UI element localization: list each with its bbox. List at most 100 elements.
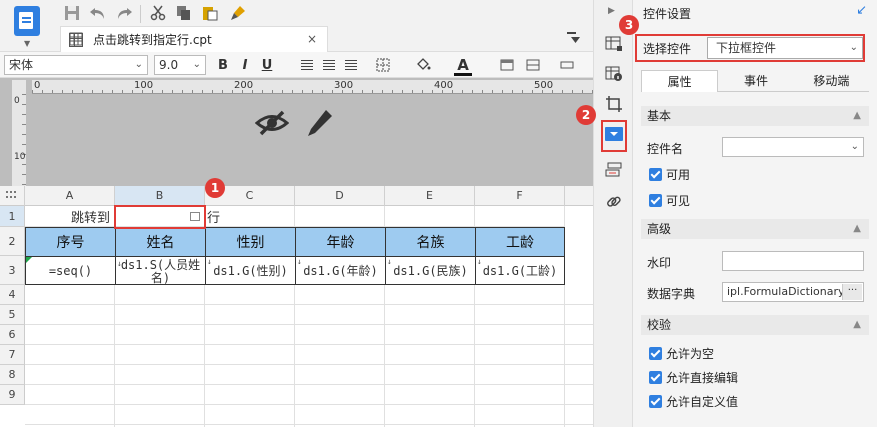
- fill-color-icon[interactable]: [414, 56, 432, 74]
- allow-custom-checkbox[interactable]: 允许自定义值: [649, 394, 738, 409]
- horizontal-ruler: 0 100 200 300 400 500: [32, 80, 593, 94]
- save-icon[interactable]: [62, 3, 82, 23]
- row-header-6[interactable]: 6: [0, 325, 25, 345]
- align-left-icon[interactable]: [298, 56, 316, 74]
- cell-b2-header[interactable]: 姓名: [115, 227, 206, 257]
- highlight-box-widget-icon: [601, 120, 627, 152]
- border-icon[interactable]: [374, 56, 392, 74]
- column-header-f[interactable]: F: [475, 186, 565, 206]
- cell-b3[interactable]: ↓ ds1.S(人员姓名): [115, 256, 206, 285]
- main-toolbar: ▼ 点击跳转到指定行.cpt ×: [0, 0, 593, 52]
- row-header-8[interactable]: 8: [0, 365, 25, 385]
- cell-a1[interactable]: 跳转到: [25, 206, 115, 227]
- paste-icon[interactable]: [200, 3, 220, 23]
- row-header-5[interactable]: 5: [0, 305, 25, 325]
- row-header-2[interactable]: 2: [0, 227, 25, 256]
- cell-d3[interactable]: ↓ ds1.G(年龄): [295, 256, 386, 285]
- tab-menu-icon[interactable]: [567, 32, 581, 47]
- column-header-b[interactable]: B: [115, 186, 205, 206]
- cell-f3[interactable]: ↓ ds1.G(工龄): [475, 256, 565, 285]
- hyperlink-icon[interactable]: [604, 192, 624, 212]
- chevron-up-icon: ▲: [853, 110, 861, 121]
- cell-c3-value: ds1.G(性别): [213, 264, 288, 278]
- cell-d2-header[interactable]: 年龄: [295, 227, 386, 257]
- tab-mobile[interactable]: 移动端: [793, 70, 869, 92]
- cell-c2-header[interactable]: 性别: [205, 227, 296, 257]
- condition-attribute-icon[interactable]: [604, 160, 624, 180]
- close-icon[interactable]: ×: [307, 32, 317, 46]
- allow-direct-edit-checkbox[interactable]: 允许直接编辑: [649, 370, 738, 385]
- more-format-icon[interactable]: [558, 56, 576, 74]
- select-all-corner[interactable]: [0, 186, 25, 206]
- column-header-d[interactable]: D: [295, 186, 385, 206]
- checkbox-checked-icon: [649, 370, 662, 384]
- designer-logo-icon[interactable]: [14, 6, 40, 36]
- row-header-1[interactable]: 1: [0, 206, 25, 227]
- edit-pencil-icon[interactable]: [306, 108, 334, 141]
- callout-2-badge: 2: [576, 105, 596, 125]
- toolbar-divider: [140, 5, 141, 23]
- row-header-4[interactable]: 4: [0, 285, 25, 305]
- row-header-9[interactable]: 9: [0, 385, 25, 405]
- tab-properties[interactable]: 属性: [641, 70, 719, 92]
- cell-d1[interactable]: [295, 206, 385, 227]
- eye-hidden-icon[interactable]: [254, 110, 290, 139]
- row-header-7[interactable]: 7: [0, 345, 25, 365]
- section-advanced[interactable]: 高级 ▲: [641, 219, 869, 239]
- cell-e1[interactable]: [385, 206, 475, 227]
- column-header-a[interactable]: A: [25, 186, 115, 206]
- cell-a3-value: =seq(): [48, 263, 93, 278]
- section-basic[interactable]: 基本 ▲: [641, 106, 869, 126]
- callout-3-badge: 3: [619, 15, 639, 35]
- empty-cells[interactable]: [25, 285, 593, 427]
- merge-cells-icon[interactable]: [498, 56, 516, 74]
- format-painter-icon[interactable]: [228, 3, 248, 23]
- font-size-select[interactable]: 9.0 ⌄: [154, 55, 206, 75]
- cell-e3[interactable]: ↓ ds1.G(民族): [385, 256, 476, 285]
- cell-c3[interactable]: ↓ ds1.G(性别): [205, 256, 296, 285]
- chevron-right-icon[interactable]: ▶: [608, 6, 615, 16]
- cell-f2-header[interactable]: 工龄: [475, 227, 565, 257]
- tab-report-file[interactable]: 点击跳转到指定行.cpt ×: [60, 26, 328, 52]
- crop-icon[interactable]: [604, 94, 624, 114]
- align-right-icon[interactable]: [342, 56, 360, 74]
- tab-events[interactable]: 事件: [718, 70, 794, 92]
- cell-attribute-icon[interactable]: [604, 34, 624, 54]
- allow-empty-checkbox[interactable]: 允许为空: [649, 346, 714, 361]
- pin-arrow-icon[interactable]: ↙: [856, 3, 867, 18]
- enabled-checkbox[interactable]: 可用: [649, 167, 690, 182]
- font-family-select[interactable]: 宋体 ⌄: [4, 55, 148, 75]
- redo-icon[interactable]: [114, 3, 134, 23]
- section-validate[interactable]: 校验 ▲: [641, 315, 869, 335]
- watermark-input[interactable]: [722, 251, 864, 271]
- panel-tabs: 属性 事件 移动端: [641, 70, 869, 92]
- visible-checkbox[interactable]: 可见: [649, 193, 691, 208]
- cell-a3[interactable]: =seq(): [25, 256, 116, 285]
- copy-icon[interactable]: [174, 3, 194, 23]
- checkbox-checked-icon: [649, 167, 662, 181]
- more-options-button[interactable]: ···: [842, 284, 862, 300]
- undo-icon[interactable]: [88, 3, 108, 23]
- sheet-grid-icon[interactable]: [66, 29, 86, 49]
- italic-icon[interactable]: I: [236, 56, 254, 74]
- visible-label: 可见: [666, 193, 691, 208]
- cell-f1[interactable]: [475, 206, 565, 227]
- cell-info-icon[interactable]: [604, 64, 624, 84]
- align-center-icon[interactable]: [320, 56, 338, 74]
- bold-icon[interactable]: B: [214, 56, 232, 74]
- callout-1-badge: 1: [205, 178, 225, 198]
- row-header-3[interactable]: 3: [0, 256, 25, 285]
- formula-marker-icon: [26, 257, 32, 263]
- unmerge-cells-icon[interactable]: [524, 56, 542, 74]
- cut-icon[interactable]: [148, 3, 168, 23]
- cell-a2-header[interactable]: 序号: [25, 227, 116, 257]
- column-header-e[interactable]: E: [385, 186, 475, 206]
- font-color-icon[interactable]: A: [454, 56, 472, 74]
- chevron-down-icon[interactable]: ▼: [24, 39, 30, 48]
- dict-field[interactable]: ipl.FormulaDictionary ···: [722, 282, 864, 302]
- cell-e2-header[interactable]: 名族: [385, 227, 476, 257]
- ruler-tick-label: 0: [14, 96, 20, 106]
- underline-icon[interactable]: U: [258, 56, 276, 74]
- control-name-select[interactable]: ⌄: [722, 137, 864, 157]
- cell-c1[interactable]: 行: [205, 206, 295, 227]
